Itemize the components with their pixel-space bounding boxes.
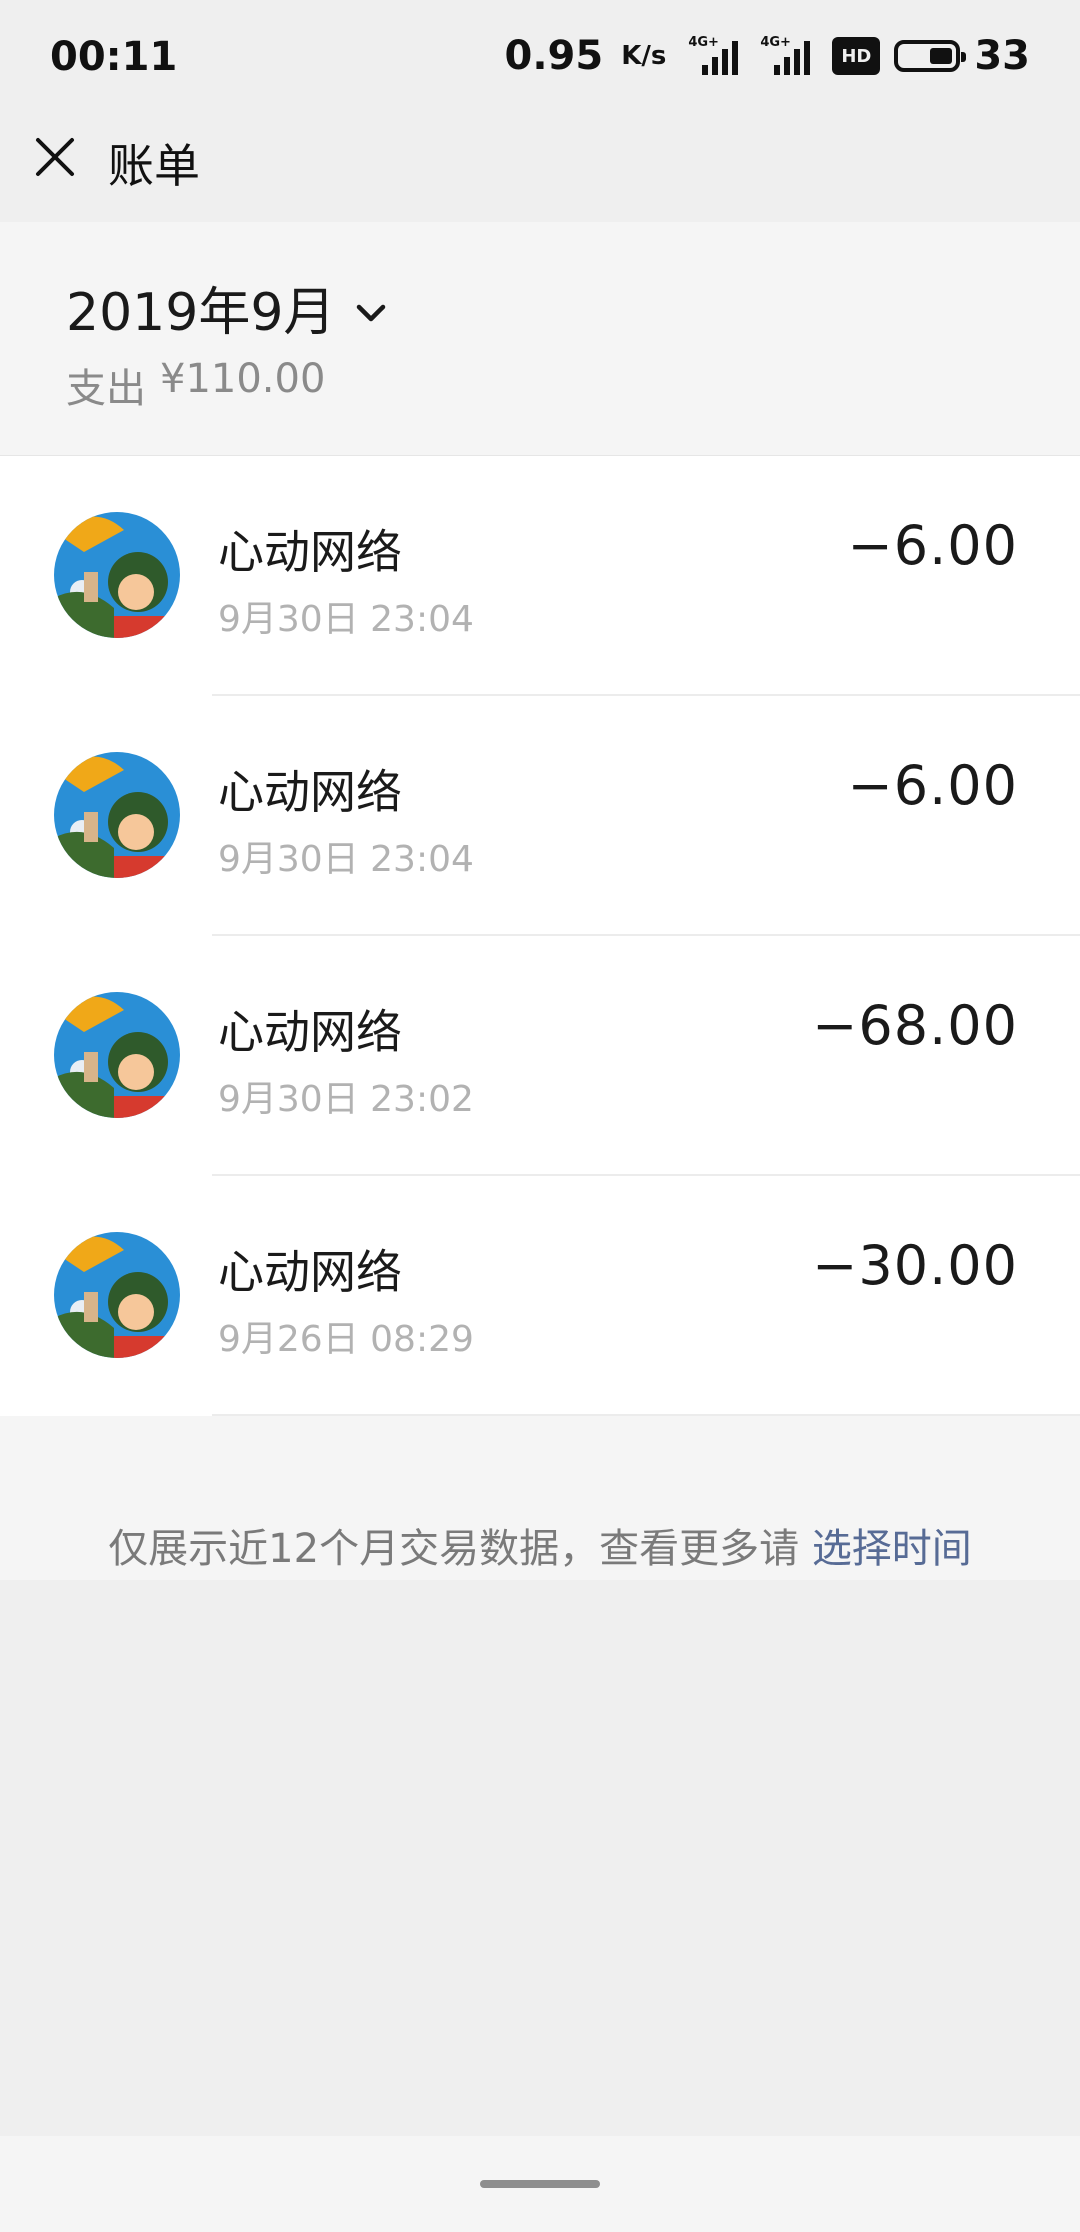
transaction-row[interactable]: 心动网络 9月30日 23:02 −68.00 bbox=[0, 936, 1080, 1176]
month-selector[interactable]: 2019年9月 bbox=[66, 270, 391, 345]
close-icon bbox=[36, 138, 74, 176]
footer-note-text: 仅展示近12个月交易数据，查看更多请 bbox=[108, 1526, 800, 1572]
transaction-amount: −6.00 bbox=[847, 754, 1018, 817]
select-time-link[interactable]: 选择时间 bbox=[812, 1526, 972, 1572]
merchant-avatar bbox=[54, 992, 180, 1118]
battery-icon bbox=[894, 40, 967, 72]
transaction-row[interactable]: 心动网络 9月26日 08:29 −30.00 bbox=[0, 1176, 1080, 1416]
transaction-row[interactable]: 心动网络 9月30日 23:04 −6.00 bbox=[0, 456, 1080, 696]
expense-summary: 支出 ¥110.00 bbox=[66, 356, 325, 414]
page-title: 账单 bbox=[108, 139, 200, 193]
merchant-name: 心动网络 bbox=[218, 1005, 402, 1059]
close-button[interactable] bbox=[32, 134, 78, 180]
chevron-down-icon bbox=[357, 304, 386, 321]
merchant-avatar bbox=[54, 1232, 180, 1358]
transaction-time: 9月30日 23:04 bbox=[218, 599, 474, 640]
footer-note: 仅展示近12个月交易数据，查看更多请 选择时间 bbox=[0, 1416, 1080, 1580]
signal-icon: 4G+ bbox=[688, 35, 746, 75]
transaction-row[interactable]: 心动网络 9月30日 23:04 −6.00 bbox=[0, 696, 1080, 936]
signal-icon: 4G+ bbox=[760, 35, 818, 75]
merchant-name: 心动网络 bbox=[218, 525, 402, 579]
summary-label: 支出 bbox=[66, 366, 146, 412]
summary-value: ¥110.00 bbox=[160, 356, 326, 402]
transaction-list: 心动网络 9月30日 23:04 −6.00 心动网络 9月30日 23:04 … bbox=[0, 456, 1080, 1416]
transaction-amount: −68.00 bbox=[812, 994, 1018, 1057]
transaction-time: 9月30日 23:02 bbox=[218, 1079, 474, 1120]
status-icons: 0.95 K/s 4G+ 4G+ HD 33 bbox=[505, 30, 1031, 82]
merchant-avatar bbox=[54, 512, 180, 638]
merchant-name: 心动网络 bbox=[218, 1245, 402, 1299]
transaction-time: 9月26日 08:29 bbox=[218, 1319, 474, 1360]
network-speed-unit: K/s bbox=[621, 41, 667, 71]
battery-level: 33 bbox=[974, 33, 1030, 79]
transaction-amount: −6.00 bbox=[847, 514, 1018, 577]
month-header: 2019年9月 支出 ¥110.00 bbox=[0, 222, 1080, 456]
merchant-avatar bbox=[54, 752, 180, 878]
network-speed: 0.95 bbox=[504, 33, 604, 79]
transaction-amount: −30.00 bbox=[812, 1234, 1018, 1297]
navbar: 账单 bbox=[0, 112, 1080, 222]
hd-icon: HD bbox=[832, 37, 881, 75]
gesture-bar bbox=[0, 2136, 1080, 2232]
merchant-name: 心动网络 bbox=[218, 765, 402, 819]
transaction-time: 9月30日 23:04 bbox=[218, 839, 474, 880]
status-bar: 00:11 0.95 K/s 4G+ 4G+ HD 33 bbox=[0, 0, 1080, 112]
footer-text: 仅展示近12个月交易数据，查看更多请 选择时间 bbox=[0, 1516, 1080, 1574]
month-label: 2019年9月 bbox=[66, 283, 336, 343]
status-time: 00:11 bbox=[50, 34, 178, 80]
home-indicator[interactable] bbox=[480, 2180, 600, 2188]
